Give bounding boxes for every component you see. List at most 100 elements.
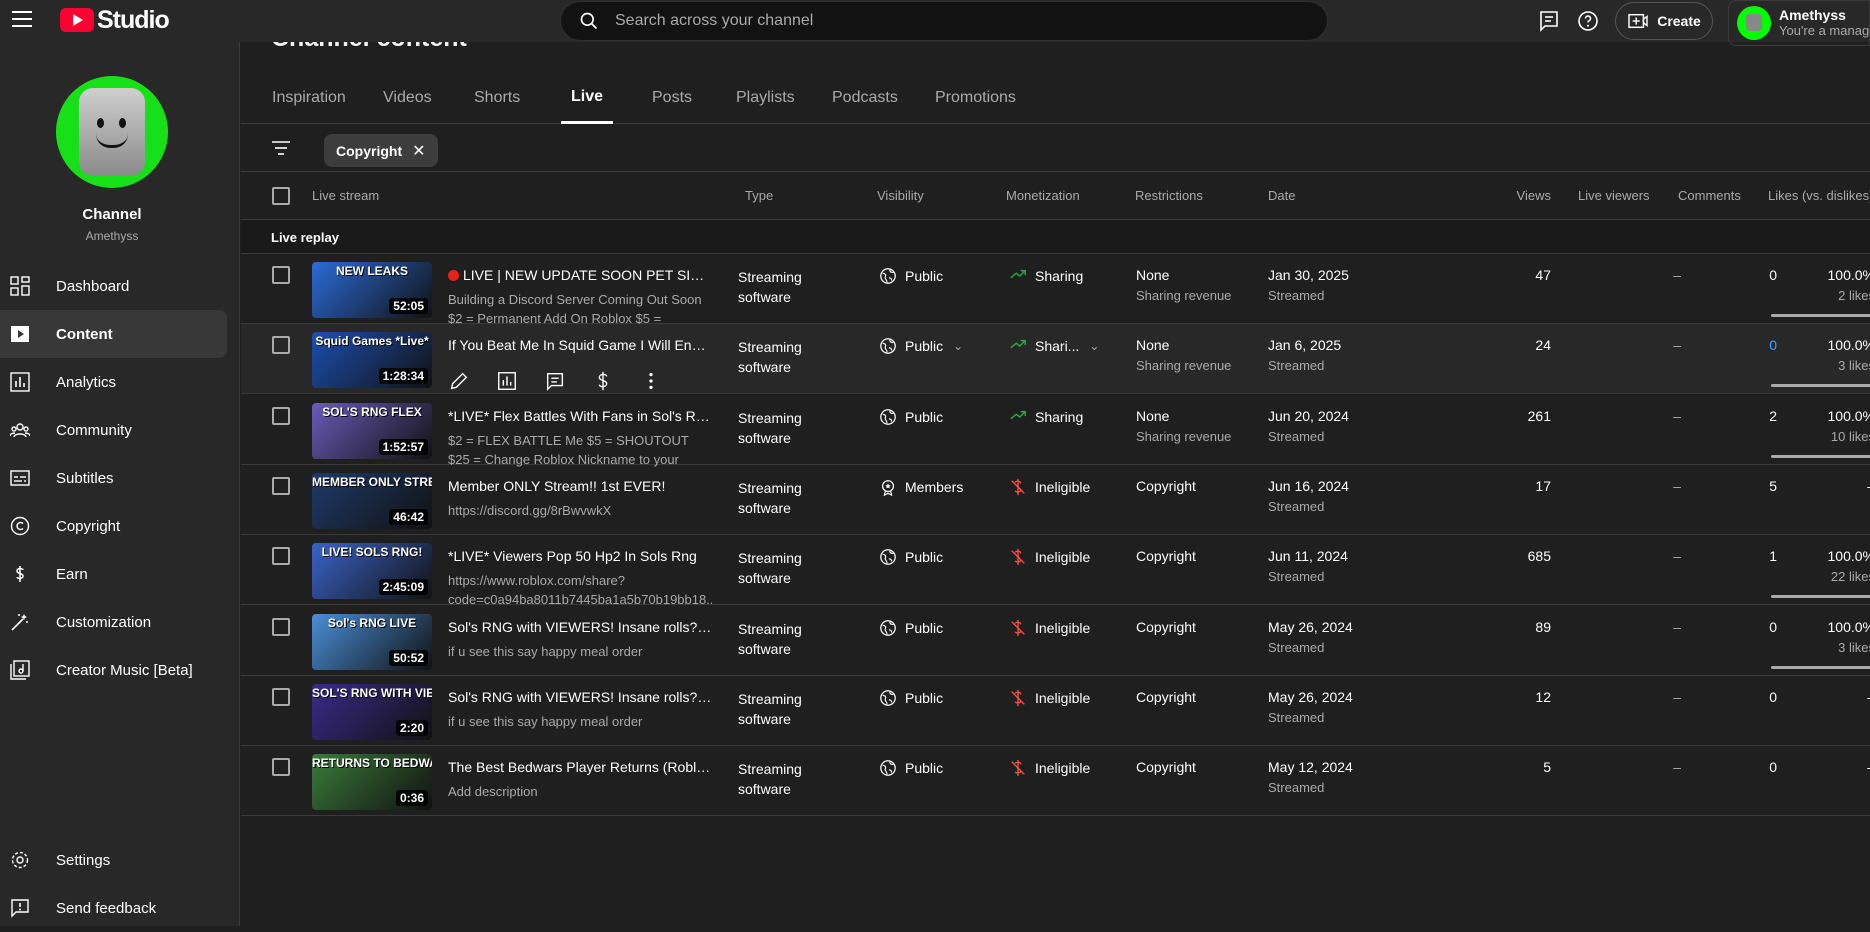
tab-playlists[interactable]: Playlists	[736, 72, 795, 124]
table-row[interactable]: LIVE! SOLS RNG! 2:45:09 *LIVE* Viewers Pop…	[241, 535, 1870, 607]
video-title[interactable]: *LIVE* Viewers Pop 50 Hp2 In Sols Rng	[448, 548, 712, 564]
visibility-label: Public	[905, 689, 944, 706]
feedback-icon	[11, 899, 29, 918]
video-thumbnail[interactable]: Squid Games *Live* 1:28:34	[312, 332, 432, 389]
sidebar-item-send-feedback[interactable]: Send feedback	[0, 884, 227, 932]
close-icon[interactable]: ✕	[412, 141, 425, 161]
tab-shorts[interactable]: Shorts	[474, 72, 520, 124]
date-value: Jun 20, 2024	[1268, 407, 1349, 424]
edit-icon[interactable]	[448, 370, 470, 392]
account-switcher[interactable]: Amethyss You're a manager	[1728, 0, 1870, 46]
row-checkbox[interactable]	[272, 547, 290, 566]
video-title[interactable]: If You Beat Me In Squid Game I Will End …	[448, 337, 712, 353]
column-header-comments[interactable]: Comments	[1678, 188, 1741, 203]
select-all-checkbox[interactable]	[272, 187, 290, 205]
tab-promotions[interactable]: Promotions	[935, 72, 1016, 124]
video-title-text: *LIVE* Flex Battles With Fans in Sol's R…	[448, 407, 712, 424]
channel-avatar[interactable]	[56, 76, 168, 188]
sidebar-item-creator-music[interactable]: Creator Music [Beta]	[0, 646, 227, 694]
studio-logo[interactable]: Studio	[60, 6, 170, 34]
sidebar-item-earn[interactable]: Earn	[0, 550, 227, 598]
table-row[interactable]: SOL'S RNG WITH VIEWERS 2:20 Sol's RNG with…	[241, 676, 1870, 746]
row-checkbox[interactable]	[272, 266, 290, 284]
section-label: Live replay	[271, 230, 339, 245]
likes-cell: –	[1771, 478, 1870, 499]
help-icon[interactable]	[1576, 9, 1600, 33]
chevron-down-icon[interactable]: ⌄	[953, 339, 963, 353]
video-thumbnail[interactable]: SOL'S RNG WITH VIEWERS 2:20	[312, 683, 432, 740]
video-thumbnail[interactable]: Sol's RNG LIVE 50:52	[312, 613, 432, 670]
tab-inspiration[interactable]: Inspiration	[272, 72, 346, 124]
feedback-message-icon[interactable]	[1537, 9, 1561, 33]
stream-type: Streaming software	[738, 269, 802, 305]
restriction-label: Copyright	[1136, 548, 1196, 565]
video-thumbnail[interactable]: RETURNS TO BEDWARS 0:36	[312, 754, 432, 811]
tab-podcasts[interactable]: Podcasts	[832, 72, 898, 124]
chevron-down-icon[interactable]: ⌄	[1089, 339, 1099, 353]
row-checkbox[interactable]	[272, 617, 290, 636]
table-row[interactable]: Squid Games *Live* 1:28:34 If You Beat Me …	[241, 324, 1870, 395]
column-header-likes[interactable]: Likes (vs. dislikes)	[1768, 188, 1870, 203]
tab-live[interactable]: Live	[561, 72, 614, 124]
sidebar-item-subtitles[interactable]: Subtitles	[0, 454, 227, 502]
monetization-cell: Ineligible	[1009, 619, 1090, 637]
video-thumbnail[interactable]: NEW LEAKS 52:05	[312, 262, 432, 318]
table-row[interactable]: MEMBER ONLY STREAM 46:42 Member ONLY Strea…	[241, 465, 1870, 535]
sidebar-item-copyright[interactable]: Copyright	[0, 502, 227, 550]
duration-badge: 46:42	[389, 508, 428, 525]
comments-icon[interactable]	[544, 370, 566, 392]
copyright-icon	[10, 516, 30, 536]
sidebar-item-community[interactable]: Community	[0, 406, 227, 454]
video-title[interactable]: LIVE | NEW UPDATE SOON PET SIMULATOR	[448, 267, 712, 283]
sidebar-item-content[interactable]: Content	[0, 310, 227, 358]
column-header-views[interactable]: Views	[1477, 188, 1551, 203]
tab-posts[interactable]: Posts	[652, 72, 692, 124]
visibility-cell[interactable]: Public ⌄	[879, 337, 963, 355]
video-title[interactable]: *LIVE* Flex Battles With Fans in Sol's R…	[448, 408, 712, 424]
column-header-live-stream[interactable]: Live stream	[312, 188, 379, 203]
live-viewers-count: –	[1673, 477, 1681, 494]
filter-icon[interactable]	[271, 140, 291, 156]
video-description: if u see this say happy meal order	[448, 643, 643, 659]
tab-videos[interactable]: Videos	[383, 72, 432, 124]
video-title[interactable]: Member ONLY Stream!! 1st EVER!	[448, 478, 712, 494]
row-checkbox[interactable]	[272, 476, 290, 495]
row-checkbox[interactable]	[272, 406, 290, 425]
filter-chip-copyright[interactable]: Copyright ✕	[324, 134, 438, 167]
column-header-date[interactable]: Date	[1268, 188, 1295, 203]
search-input[interactable]	[615, 12, 1215, 30]
visibility-cell: Public	[879, 759, 943, 777]
table-row[interactable]: SOL'S RNG FLEX 1:52:57 *LIVE* Flex Battles…	[241, 395, 1870, 467]
table-row[interactable]: NEW LEAKS 52:05 LIVE | NEW UPDATE SOON PET…	[241, 254, 1870, 326]
sidebar-item-customization[interactable]: Customization	[0, 598, 227, 646]
video-thumbnail[interactable]: LIVE! SOLS RNG! 2:45:09	[312, 543, 432, 600]
table-row[interactable]: Sol's RNG LIVE 50:52 Sol's RNG with VIEWER…	[241, 606, 1870, 676]
row-checkbox[interactable]	[272, 758, 290, 777]
search-bar[interactable]	[560, 1, 1328, 41]
video-title[interactable]: Sol's RNG with VIEWERS! Insane rolls???	[448, 689, 712, 705]
sidebar-item-analytics[interactable]: Analytics	[0, 358, 227, 406]
row-checkbox[interactable]	[272, 336, 290, 355]
monetization-icon[interactable]	[592, 370, 614, 392]
row-checkbox[interactable]	[272, 687, 290, 706]
subtitles-icon	[10, 470, 30, 486]
more-options-icon[interactable]	[640, 370, 662, 392]
create-button[interactable]: Create	[1615, 2, 1713, 40]
video-title[interactable]: The Best Bedwars Player Returns (Roblox)	[448, 759, 712, 775]
likes-cell: –	[1771, 759, 1870, 780]
sidebar-item-dashboard[interactable]: Dashboard	[0, 262, 227, 310]
menu-icon[interactable]	[12, 11, 32, 27]
video-thumbnail[interactable]: MEMBER ONLY STREAM 46:42	[312, 472, 432, 529]
sidebar-item-settings[interactable]: Settings	[0, 836, 227, 884]
table-row[interactable]: RETURNS TO BEDWARS 0:36 The Best Bedwars P…	[241, 746, 1870, 817]
duration-badge: 50:52	[389, 649, 428, 666]
video-thumbnail[interactable]: SOL'S RNG FLEX 1:52:57	[312, 402, 432, 459]
monetization-cell[interactable]: Shari... ⌄	[1009, 337, 1099, 355]
video-title-text: Sol's RNG with VIEWERS! Insane rolls???	[448, 688, 712, 705]
column-header-live-viewers[interactable]: Live viewers	[1578, 188, 1650, 203]
video-title[interactable]: Sol's RNG with VIEWERS! Insane rolls???	[448, 619, 712, 635]
monetization-label: Sharing	[1035, 268, 1084, 284]
analytics-icon[interactable]	[496, 370, 518, 392]
views-count: 17	[1535, 477, 1551, 494]
date-sub: Streamed	[1268, 288, 1325, 303]
